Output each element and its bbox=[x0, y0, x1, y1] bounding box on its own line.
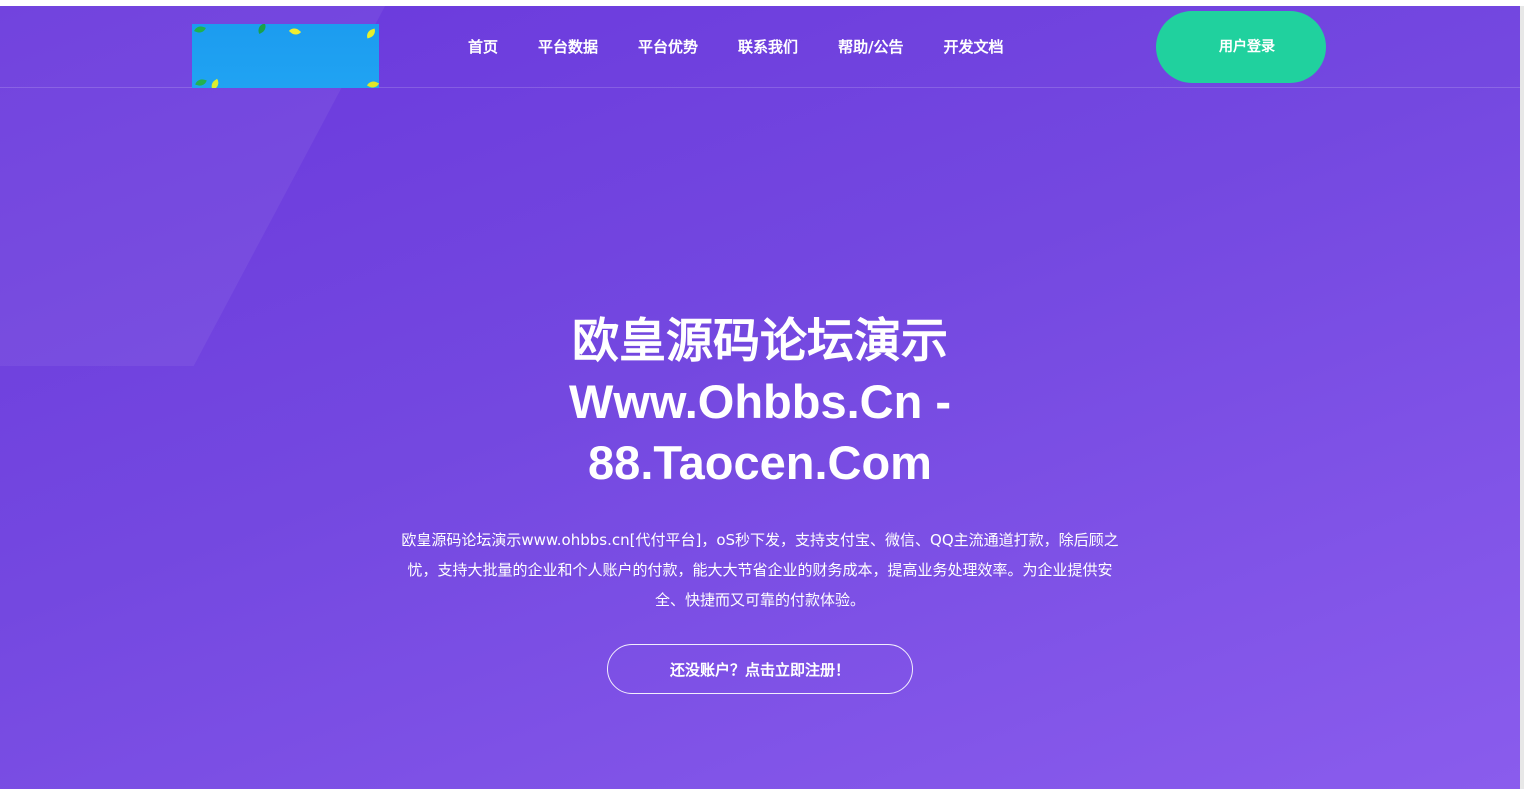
register-button[interactable]: 还没账户？点击立即注册！ bbox=[607, 644, 913, 694]
hero-title: 欧皇源码论坛演示 Www.Ohbbs.Cn - 88.Taocen.Com bbox=[460, 310, 1060, 493]
nav-developer-docs[interactable]: 开发文档 bbox=[944, 36, 1004, 57]
page-background: 首页 平台数据 平台优势 联系我们 帮助/公告 开发文档 用户登录 欧皇源码论坛… bbox=[0, 6, 1520, 789]
leaf-decoration bbox=[195, 77, 207, 88]
hero-title-line-3: 88.Taocen.Com bbox=[588, 436, 932, 489]
main-navigation: 首页 平台数据 平台优势 联系我们 帮助/公告 开发文档 bbox=[468, 36, 1004, 57]
hero-description: 欧皇源码论坛演示www.ohbbs.cn[代付平台]，oS秒下发，支持支付宝、微… bbox=[401, 531, 1119, 609]
nav-platform-advantages[interactable]: 平台优势 bbox=[638, 36, 698, 57]
nav-help-announcements[interactable]: 帮助/公告 bbox=[838, 36, 903, 57]
nav-platform-data[interactable]: 平台数据 bbox=[538, 36, 598, 57]
page-scrollbar[interactable] bbox=[1520, 6, 1524, 789]
nav-home[interactable]: 首页 bbox=[468, 36, 498, 57]
nav-contact-us[interactable]: 联系我们 bbox=[738, 36, 798, 57]
login-button[interactable]: 用户登录 bbox=[1156, 11, 1326, 83]
leaf-decoration bbox=[365, 28, 377, 39]
hero-title-line-1: 欧皇源码论坛演示 bbox=[572, 314, 948, 367]
leaf-decoration bbox=[288, 25, 302, 38]
leaf-decoration bbox=[194, 24, 206, 35]
register-button-label: 还没账户？点击立即注册！ bbox=[669, 660, 850, 679]
site-header: 首页 平台数据 平台优势 联系我们 帮助/公告 开发文档 用户登录 bbox=[0, 6, 1520, 88]
leaf-decoration bbox=[208, 78, 222, 88]
leaf-decoration bbox=[366, 79, 379, 88]
hero-title-line-2: Www.Ohbbs.Cn - bbox=[568, 375, 952, 428]
login-button-label: 用户登录 bbox=[1219, 39, 1275, 55]
leaf-decoration bbox=[255, 24, 269, 35]
logo-image[interactable] bbox=[192, 24, 379, 88]
